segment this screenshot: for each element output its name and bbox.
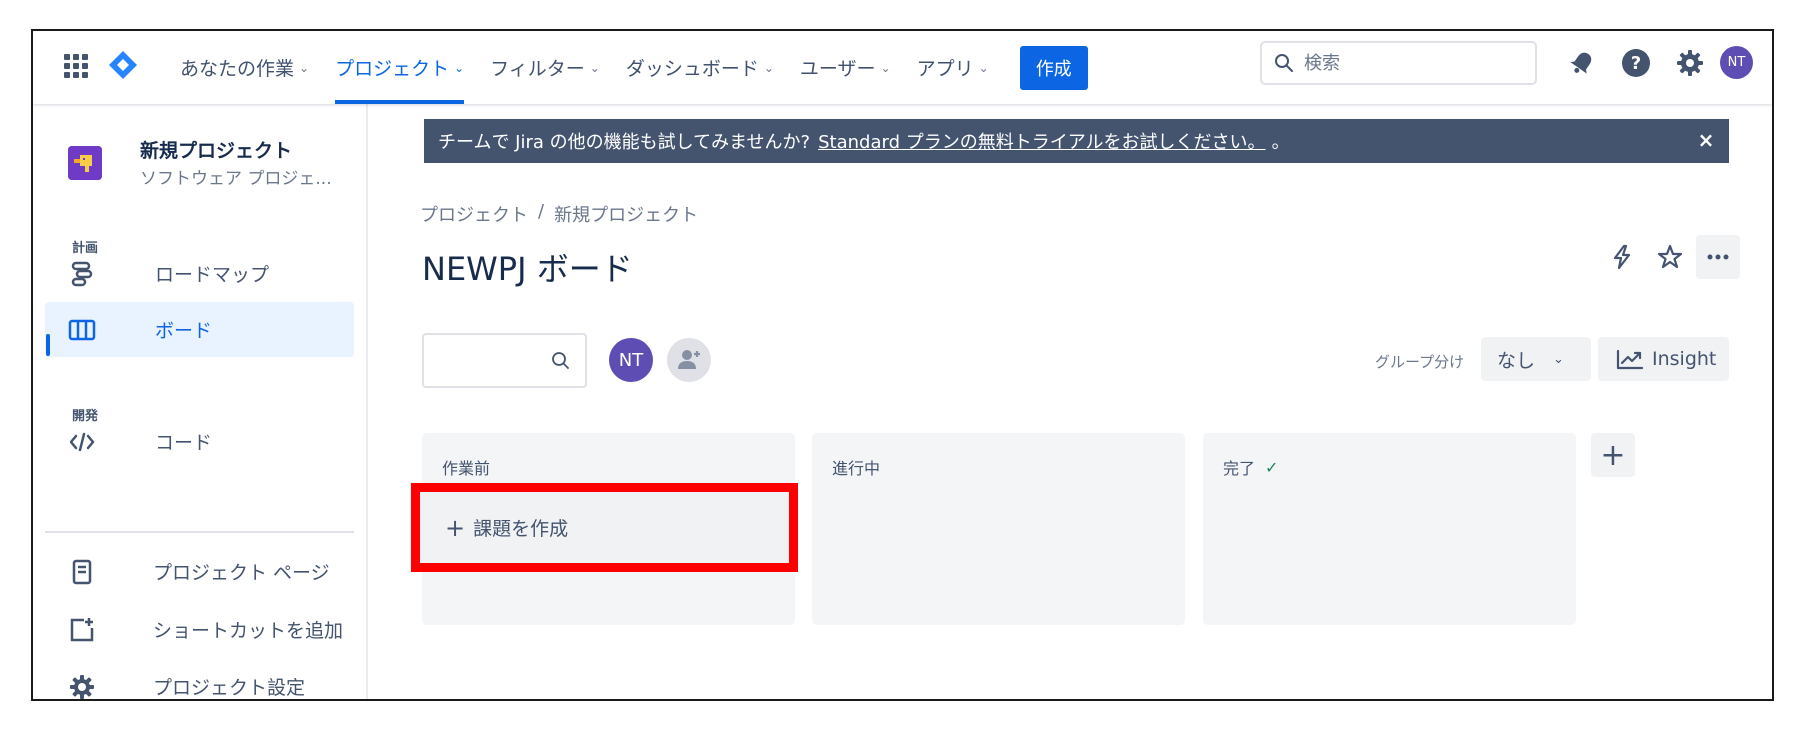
- chevron-down-icon: ⌄: [880, 60, 891, 75]
- sidebar-item-project-pages[interactable]: プロジェクト ページ: [45, 544, 354, 599]
- board-icon: [68, 316, 96, 344]
- settings-gear-icon[interactable]: [1673, 46, 1707, 80]
- column-title: 進行中: [832, 455, 880, 479]
- more-actions-button[interactable]: [1696, 235, 1740, 279]
- column-title-text: 作業前: [442, 459, 491, 478]
- chevron-down-icon: ⌄: [299, 60, 310, 75]
- nav-item-label: あなたの作業: [180, 58, 295, 80]
- svg-text:?: ?: [1631, 53, 1641, 74]
- settings-icon: [68, 673, 96, 699]
- search-input[interactable]: [1304, 52, 1504, 74]
- plus-icon: +: [445, 513, 466, 542]
- sidebar-item-label: ボード: [155, 320, 213, 342]
- project-name: 新規プロジェクト: [140, 140, 293, 162]
- insight-button[interactable]: Insight: [1598, 337, 1729, 381]
- assignee-avatar-filter[interactable]: NT: [609, 338, 653, 382]
- chevron-down-icon: ⌄: [454, 60, 465, 75]
- search-icon: [552, 351, 569, 369]
- roadmap-icon: [68, 260, 96, 288]
- star-icon[interactable]: [1648, 235, 1692, 279]
- more-horizontal-icon: [1707, 254, 1729, 260]
- add-shortcut-icon: [68, 616, 96, 644]
- chevron-down-icon: ⌄: [589, 60, 600, 75]
- column-title-text: 完了: [1223, 459, 1256, 478]
- page-icon: [68, 558, 96, 586]
- project-type: ソフトウェア プロジェ...: [140, 169, 332, 189]
- sidebar-item-label: ショートカットを追加: [153, 620, 344, 642]
- chevron-down-icon: ⌄: [763, 60, 774, 75]
- sidebar-item-board[interactable]: ボード: [45, 302, 354, 357]
- jira-logo-icon[interactable]: [107, 49, 139, 81]
- sidebar-item-roadmap[interactable]: ロードマップ: [45, 246, 354, 301]
- breadcrumb: プロジェクト / 新規プロジェクト: [420, 201, 698, 227]
- group-by-select[interactable]: なし ⌄: [1481, 337, 1591, 381]
- nav-menu: あなたの作業 ⌄ プロジェクト ⌄ フィルター ⌄ ダッシュボード ⌄ ユーザー ⌄ アプ…: [167, 31, 1088, 104]
- add-people-button[interactable]: [667, 338, 711, 382]
- sidebar-divider: [45, 531, 354, 533]
- user-avatar[interactable]: NT: [1720, 46, 1753, 79]
- breadcrumb-separator: /: [538, 201, 545, 222]
- column-title: 作業前: [442, 455, 490, 479]
- chevron-down-icon: ⌄: [978, 60, 989, 75]
- breadcrumb-project-link[interactable]: 新規プロジェクト: [554, 201, 698, 227]
- app-window: あなたの作業 ⌄ プロジェクト ⌄ フィルター ⌄ ダッシュボード ⌄ ユーザー ⌄ アプ…: [31, 29, 1774, 701]
- column-title-text: 進行中: [832, 459, 881, 478]
- create-issue-label: 課題を作成: [473, 518, 569, 540]
- group-by-label: グループ分け: [1375, 353, 1465, 371]
- sidebar-item-label: プロジェクト ページ: [153, 562, 330, 584]
- help-icon[interactable]: ?: [1619, 46, 1653, 80]
- board-column-done: 完了 ✓: [1203, 433, 1576, 625]
- nav-item-dashboards[interactable]: ダッシュボード ⌄: [613, 31, 787, 104]
- notifications-bell-icon[interactable]: [1565, 46, 1599, 80]
- code-icon: [68, 428, 96, 456]
- create-button[interactable]: 作成: [1019, 45, 1088, 90]
- column-title: 完了 ✓: [1223, 455, 1278, 479]
- nav-item-label: ダッシュボード: [625, 58, 759, 80]
- nav-item-label: フィルター: [490, 58, 585, 80]
- sidebar-item-label: プロジェクト設定: [153, 677, 306, 699]
- active-indicator: [46, 334, 50, 356]
- project-sidebar: 新規プロジェクト ソフトウェア プロジェ... 計画 ロードマップ ボード 開発…: [33, 104, 368, 699]
- top-navigation: あなたの作業 ⌄ プロジェクト ⌄ フィルター ⌄ ダッシュボード ⌄ ユーザー ⌄ アプ…: [33, 31, 1772, 104]
- nav-item-label: ユーザー: [799, 58, 876, 80]
- board-column-in-progress: 進行中: [812, 433, 1185, 625]
- create-issue-button[interactable]: + 課題を作成: [411, 483, 798, 572]
- group-by-value: なし: [1497, 349, 1536, 372]
- banner-trial-link[interactable]: Standard プランの無料トライアルをお試しください。: [818, 128, 1265, 154]
- page-title: NEWPJ ボード: [422, 250, 633, 288]
- close-icon[interactable]: ×: [1693, 127, 1719, 153]
- insight-trend-icon: [1616, 349, 1644, 370]
- banner-suffix: 。: [1271, 132, 1290, 153]
- banner-text: チームで Jira の他の機能も試してみませんか?: [438, 132, 811, 153]
- nav-item-projects[interactable]: プロジェクト ⌄: [322, 31, 477, 104]
- breadcrumb-projects-link[interactable]: プロジェクト: [420, 201, 528, 227]
- automation-lightning-icon[interactable]: [1600, 235, 1644, 279]
- sidebar-item-add-shortcut[interactable]: ショートカットを追加: [45, 602, 354, 657]
- sidebar-item-label: ロードマップ: [155, 264, 270, 286]
- nav-item-label: アプリ: [916, 58, 974, 80]
- global-search[interactable]: [1260, 41, 1537, 85]
- add-column-button[interactable]: +: [1591, 433, 1635, 477]
- nav-item-apps[interactable]: アプリ ⌄: [904, 31, 1002, 104]
- nav-item-filters[interactable]: フィルター ⌄: [477, 31, 613, 104]
- sidebar-item-code[interactable]: コード: [45, 414, 354, 469]
- search-icon: [1275, 54, 1293, 72]
- nav-item-users[interactable]: ユーザー ⌄: [787, 31, 904, 104]
- trial-banner: チームで Jira の他の機能も試してみませんか? Standard プランの無…: [424, 119, 1729, 163]
- done-check-icon: ✓: [1265, 457, 1279, 477]
- add-person-icon: [678, 350, 700, 369]
- app-switcher-icon[interactable]: [62, 52, 90, 80]
- sidebar-item-project-settings[interactable]: プロジェクト設定: [45, 659, 354, 699]
- insight-label: Insight: [1652, 348, 1717, 370]
- sidebar-item-label: コード: [155, 432, 213, 454]
- nav-item-your-work[interactable]: あなたの作業 ⌄: [167, 31, 322, 104]
- board-search-input[interactable]: [422, 333, 587, 388]
- nav-item-label: プロジェクト: [335, 58, 450, 80]
- chevron-down-icon: ⌄: [1553, 351, 1564, 367]
- project-avatar-icon: [68, 146, 102, 180]
